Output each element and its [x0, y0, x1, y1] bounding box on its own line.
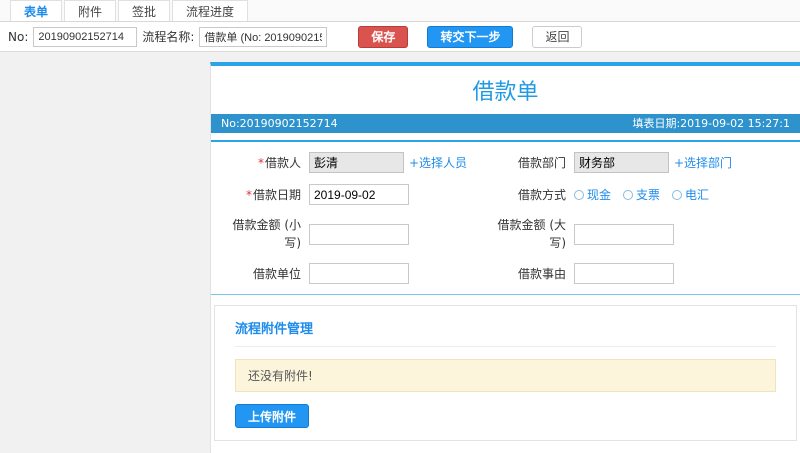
radio-icon	[623, 189, 634, 200]
loan-date-label-text: 借款日期	[252, 187, 301, 202]
content-area: 借款单 No:20190902152714 填表日期:2019-09-02 15…	[0, 52, 800, 453]
loan-date-field	[309, 184, 486, 205]
document-info-bar: No:20190902152714 填表日期:2019-09-02 15:27:…	[211, 114, 800, 133]
radio-check[interactable]: 支票	[623, 186, 660, 203]
process-no-label: No:	[8, 29, 29, 44]
amount-small-label: 借款金额 (小写)	[232, 218, 302, 250]
select-department-link[interactable]: +选择部门	[674, 154, 732, 171]
radio-wire-label: 电汇	[685, 188, 710, 202]
tab-progress[interactable]: 流程进度	[172, 0, 249, 21]
tab-form[interactable]: 表单	[10, 0, 63, 21]
amount-big-label: 借款金额 (大写)	[497, 218, 567, 250]
loan-form: *借款人 +选择人员 借款部门 +选择部门 *借款日期 借款	[211, 140, 800, 295]
required-mark: *	[245, 187, 252, 202]
radio-icon	[672, 189, 683, 200]
toolbar: No: 流程名称: 保存 转交下一步 返回	[0, 22, 800, 52]
department-input[interactable]	[574, 152, 669, 173]
loan-reason-label: 借款事由	[517, 266, 566, 281]
required-mark: *	[257, 155, 264, 170]
department-label: 借款部门	[517, 155, 566, 170]
amount-big-input[interactable]	[574, 223, 674, 245]
attachments-section: 流程附件管理 还没有附件! 上传附件	[214, 305, 797, 441]
loan-unit-field	[309, 263, 486, 284]
loan-reason-field	[574, 263, 790, 284]
borrower-field: +选择人员	[309, 152, 486, 173]
radio-cash-label: 现金	[587, 188, 612, 202]
page-title: 借款单	[472, 80, 539, 105]
document-no: No:20190902152714	[221, 117, 338, 130]
select-person-link[interactable]: +选择人员	[409, 154, 467, 171]
loan-method-label: 借款方式	[517, 187, 566, 202]
attachments-title: 流程附件管理	[235, 318, 776, 347]
process-name-label: 流程名称:	[142, 30, 195, 44]
loan-date-input[interactable]	[309, 184, 409, 205]
process-no-input[interactable]	[33, 26, 138, 47]
fill-date: 填表日期:2019-09-02 15:27:1	[632, 117, 790, 130]
loan-form-panel: 借款单 No:20190902152714 填表日期:2019-09-02 15…	[210, 62, 800, 453]
upload-attachment-button[interactable]: 上传附件	[235, 404, 310, 428]
amount-small-field	[309, 223, 486, 245]
amount-small-input[interactable]	[309, 223, 409, 245]
loan-unit-input[interactable]	[309, 263, 409, 284]
amount-big-field	[574, 223, 790, 245]
attachments-empty-message: 还没有附件!	[235, 359, 776, 392]
next-step-button[interactable]: 转交下一步	[427, 25, 514, 48]
loan-method-options: 现金 支票 电汇	[574, 186, 790, 203]
borrower-label: *借款人	[221, 154, 309, 172]
loan-unit-label: 借款单位	[252, 266, 301, 281]
loan-date-label: *借款日期	[221, 186, 309, 204]
radio-wire[interactable]: 电汇	[672, 186, 709, 203]
process-name-input[interactable]	[199, 26, 328, 47]
loan-reason-input[interactable]	[574, 263, 674, 284]
back-button[interactable]: 返回	[532, 25, 583, 48]
header-tabs: 表单 附件 签批 流程进度	[0, 0, 800, 22]
radio-cash[interactable]: 现金	[574, 186, 611, 203]
radio-check-label: 支票	[636, 188, 661, 202]
radio-icon	[574, 189, 584, 200]
save-button[interactable]: 保存	[358, 25, 409, 48]
borrower-input[interactable]	[309, 152, 404, 173]
tab-attachments[interactable]: 附件	[64, 0, 117, 21]
borrower-label-text: 借款人	[264, 155, 301, 170]
department-field: +选择部门	[574, 152, 790, 173]
tab-approval[interactable]: 签批	[118, 0, 171, 21]
